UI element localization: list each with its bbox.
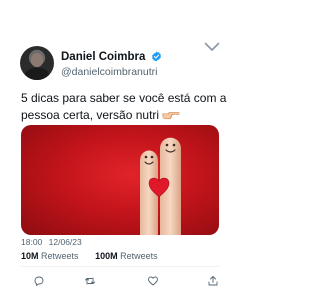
reply-icon[interactable] [33, 275, 45, 287]
avatar-face [31, 53, 43, 67]
tweet-time: 18:00 [21, 237, 43, 247]
fingers-heart-illustration [140, 137, 181, 235]
second-retweets-stat[interactable]: 100M Retweets [95, 251, 158, 261]
pointing-hand-emoji [162, 112, 180, 120]
retweets-count: 10M [21, 251, 39, 261]
author-handle[interactable]: @danielcoimbranutri [61, 66, 157, 78]
verified-badge-icon [151, 51, 162, 62]
divider [21, 266, 219, 267]
retweets-label: Retweets [41, 251, 79, 261]
tweet-text: 5 dicas para saber se você está com a pe… [21, 90, 227, 124]
second-retweets-count: 100M [95, 251, 118, 261]
retweet-icon[interactable] [84, 275, 96, 287]
chevron-down-icon[interactable] [204, 42, 220, 52]
tweet-date: 12/06/23 [48, 237, 82, 247]
author-name[interactable]: Daniel Coimbra [61, 51, 145, 63]
tweet-image[interactable] [21, 125, 219, 235]
share-icon[interactable] [207, 275, 219, 287]
second-retweets-label: Retweets [120, 251, 158, 261]
avatar-body [25, 68, 49, 80]
retweets-stat[interactable]: 10M Retweets [21, 251, 79, 261]
tweet-timestamp: 18:00 12/06/23 [21, 237, 86, 247]
tweet-body: 5 dicas para saber se você está com a pe… [21, 91, 227, 122]
engagement-stats: 10M Retweets 100M Retweets [21, 251, 172, 261]
like-icon[interactable] [147, 275, 159, 287]
avatar[interactable] [20, 46, 54, 80]
